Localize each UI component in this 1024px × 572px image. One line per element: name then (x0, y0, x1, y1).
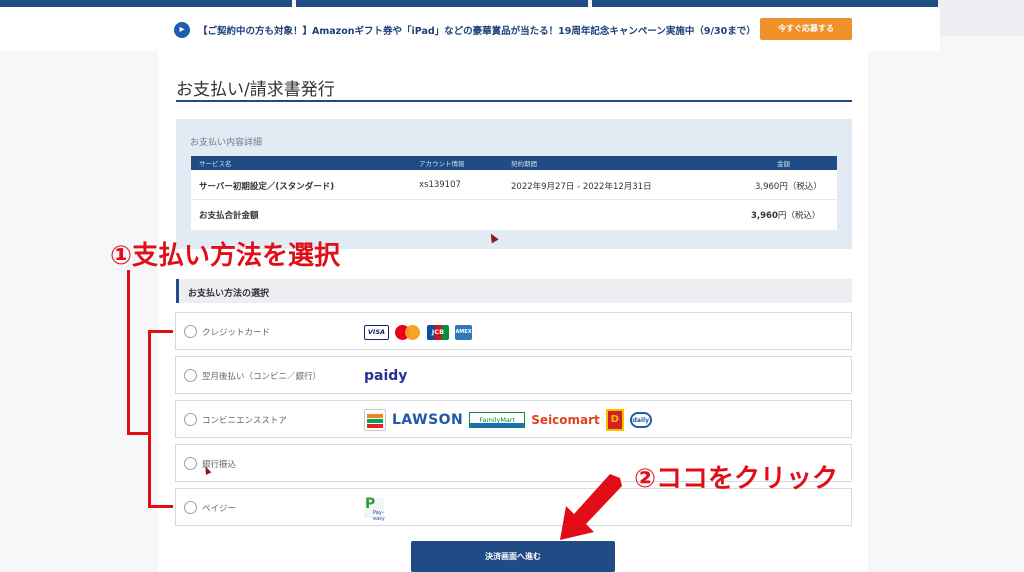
column-header-period: 契約期間 (511, 160, 537, 168)
total-suffix: 円（税込） (777, 211, 821, 221)
campaign-notice-text: 【ご契約中の方も対象！】Amazonギフト券や「iPad」などの豪華賞品が当たる… (198, 26, 756, 37)
jcb-logo-icon: JCB (427, 324, 449, 340)
annotation-bracket (148, 330, 173, 333)
familymart-logo-icon: FamilyMart (469, 412, 526, 428)
payment-option-label: コンビニエンスストア (202, 416, 287, 426)
total-row: お支払合計金額 3,960円（税込） (191, 200, 837, 230)
proceed-to-payment-button[interactable]: 決済画面へ進む (411, 541, 615, 572)
card-brand-logos: VISA JCB AMEX (364, 320, 472, 344)
amex-logo-icon: AMEX (455, 324, 472, 340)
payment-option-label: 翌月後払い（コンビニ／銀行） (202, 372, 322, 382)
apply-now-button[interactable]: 今すぐ応募する (760, 18, 852, 40)
paidy-logo-icon: paidy (364, 368, 408, 384)
table-row: サーバー初期設定／(スタンダード) xs139107 2022年9月27日 - … (191, 170, 837, 200)
megaphone-icon: ▸ (174, 22, 190, 38)
total-amount: 3,960 (751, 211, 778, 221)
top-nav-bar (0, 0, 1024, 36)
annotation-step2: ②ココをクリック (634, 464, 839, 494)
payment-option-deferred[interactable]: 翌月後払い（コンビニ／銀行） paidy (175, 356, 852, 394)
account-info: xs139107 (419, 180, 461, 190)
radio-button[interactable] (184, 413, 197, 426)
column-header-account: アカウント情報 (419, 160, 465, 168)
total-label: お支払合計金額 (199, 211, 259, 221)
payment-option-credit-card[interactable]: クレジットカード VISA JCB AMEX (175, 312, 852, 350)
payment-option-convenience-store[interactable]: コンビニエンスストア LAWSON FamilyMart Seicomart D… (175, 400, 852, 438)
seicomart-logo-icon: Seicomart (531, 413, 600, 427)
annotation-bracket (127, 270, 130, 435)
payeasy-logo-text: Pay-easy (373, 510, 385, 522)
payment-method-section-title: お支払い方法の選択 (188, 289, 270, 299)
annotation-arrow-icon (560, 474, 622, 540)
column-header-amount: 金額 (777, 160, 790, 168)
contract-period: 2022年9月27日 - 2022年12月31日 (511, 182, 652, 192)
row-amount: 3,960円（税込） (755, 182, 822, 192)
ministop-logo-icon: D (605, 409, 624, 431)
annotation-bracket (148, 505, 173, 508)
radio-button[interactable] (184, 325, 197, 338)
summary-table-header: サービス名 アカウント情報 契約期間 金額 (191, 156, 837, 170)
column-header-service: サービス名 (199, 160, 232, 168)
visa-logo-icon: VISA (364, 324, 389, 340)
payment-method-section-header: お支払い方法の選択 (176, 279, 852, 303)
page-title: お支払い/請求書発行 (176, 80, 335, 100)
nav-tab-segment[interactable] (0, 0, 292, 7)
seven-eleven-logo-icon (364, 409, 386, 431)
radio-button[interactable] (184, 457, 197, 470)
paidy-logo-group: paidy (364, 364, 407, 388)
total-amount-group: 3,960円（税込） (751, 209, 820, 221)
annotation-bracket (148, 330, 151, 508)
annotation-step1: ①支払い方法を選択 (110, 241, 341, 271)
payment-summary-panel: お支払い内容詳細 サービス名 アカウント情報 契約期間 金額 サーバー初期設定／… (176, 119, 852, 249)
service-name: サーバー初期設定／(スタンダード) (199, 182, 335, 192)
title-divider (176, 100, 852, 102)
nav-tab-segment[interactable] (592, 0, 940, 7)
summary-table: サービス名 アカウント情報 契約期間 金額 サーバー初期設定／(スタンダード) … (191, 156, 837, 230)
payeasy-logo-group: P Pay-easy (364, 496, 385, 522)
lawson-logo-icon: LAWSON (392, 412, 464, 428)
mastercard-logo-icon (395, 324, 421, 340)
summary-section-title: お支払い内容詳細 (190, 138, 263, 148)
nav-tab-segment[interactable] (296, 0, 588, 7)
campaign-notice-bar: ▸ 【ご契約中の方も対象！】Amazonギフト券や「iPad」などの豪華賞品が当… (0, 7, 940, 51)
payeasy-logo-icon: P Pay-easy (364, 496, 385, 522)
radio-button[interactable] (184, 501, 197, 514)
radio-button[interactable] (184, 369, 197, 382)
nav-right-area (938, 0, 1024, 36)
payment-option-label: クレジットカード (202, 328, 271, 338)
convenience-store-logos: LAWSON FamilyMart Seicomart D daily (364, 408, 652, 432)
daily-yamazaki-logo-icon: daily (629, 412, 652, 428)
payment-option-label: ペイジー (202, 504, 237, 514)
